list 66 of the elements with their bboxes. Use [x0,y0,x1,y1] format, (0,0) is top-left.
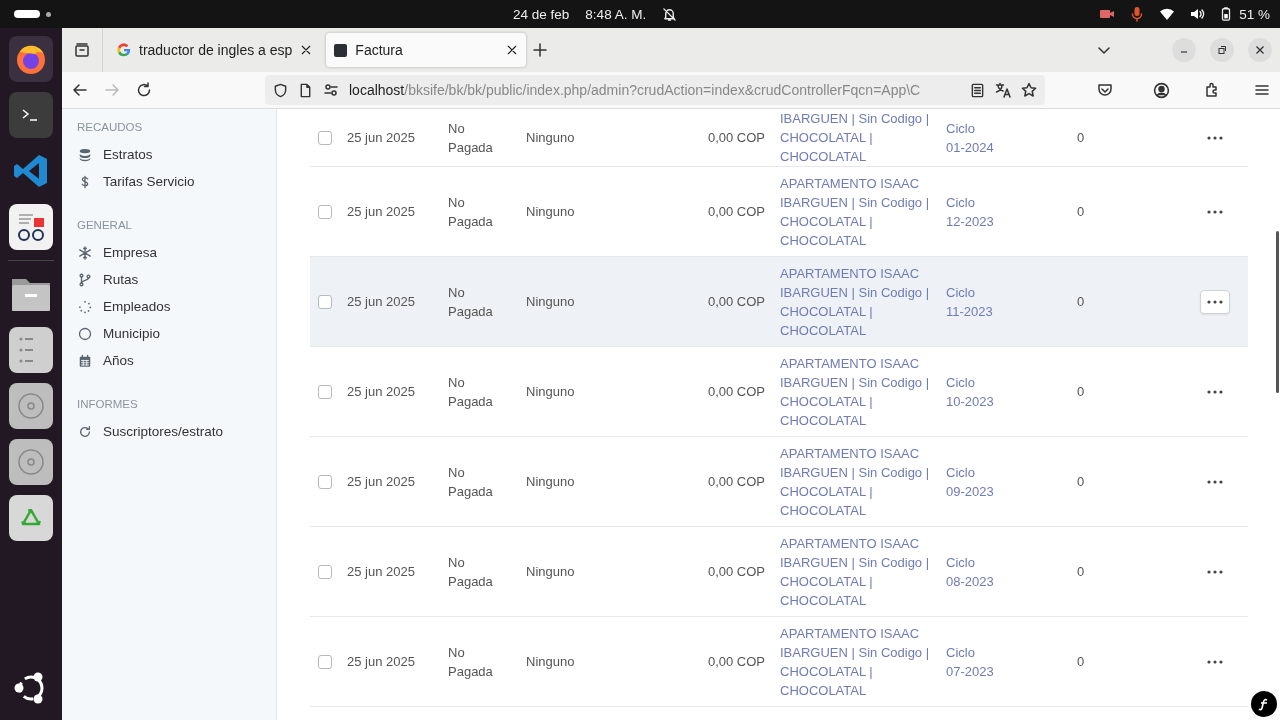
section-heading: INFORMES [77,398,139,410]
count-cell-text: 0 [1077,474,1086,489]
status-cell-text: No Pagada [448,553,494,591]
sidebar-item[interactable]: Estratos [77,141,276,168]
sidebar-item[interactable]: Rutas [77,266,276,293]
amount-cell-text: 0,00 COP [706,384,766,399]
date-cell-text: 25 jun 2025 [347,384,416,399]
sidebar-item[interactable]: Empleados [77,293,276,320]
period-link[interactable]: Ciclo 01-2024 [946,118,994,157]
status-cell-text: No Pagada [448,119,494,157]
count-cell-text: 0 [1077,384,1086,399]
property-link[interactable]: APARTAMENTO ISAAC IBARGUEN | Sin Codigo | CHOCOLATAL | CHOCOLATAL [768,353,932,430]
sidebar-item[interactable]: Suscriptores/estrato [77,418,276,445]
status-cell-text: No Pagada [448,193,494,231]
property-link[interactable]: APARTAMENTO ISAAC IBARGUEN | Sin Codigo | CHOCOLATAL | CHOCOLATAL [768,533,932,610]
count-cell-text: 0 [1077,564,1086,579]
date-cell-text: 25 jun 2025 [347,654,416,669]
section-heading: GENERAL [77,219,133,231]
table-cell-text: Ninguno [526,294,576,309]
sidebar-item[interactable]: Años [77,347,276,374]
section-heading: RECAUDOS [77,121,144,133]
period-link[interactable]: Ciclo 07-2023 [946,642,994,681]
count-cell-text: 0 [1077,294,1086,309]
sidebar-item[interactable]: Empresa [77,239,276,266]
browser-tab[interactable]: traductor de ingles a esp [109,33,321,67]
clock: 8:48 A. M. [585,6,647,22]
amount-cell-text: 0,00 COP [706,294,766,309]
count-cell-text: 0 [1077,130,1086,145]
property-link[interactable]: APARTAMENTO ISAAC IBARGUEN | Sin Codigo | CHOCOLATAL | CHOCOLATAL [768,623,932,700]
period-link[interactable]: Ciclo 10-2023 [946,372,994,411]
sidebar-item[interactable]: Municipio [77,320,276,347]
date: 24 de feb [513,6,570,22]
property-link[interactable]: APARTAMENTO ISAAC IBARGUEN | Sin Codigo | CHOCOLATAL | CHOCOLATAL [768,173,932,250]
battery-percent: 51 % [1239,6,1270,22]
property-link[interactable]: APARTAMENTO ISAAC IBARGUEN | Sin Codigo | CHOCOLATAL | CHOCOLATAL [768,443,932,520]
table-cell-text: Ninguno [526,204,576,219]
period-link[interactable]: Ciclo 08-2023 [946,552,994,591]
table-cell-text: Ninguno [526,564,576,579]
status-cell-text: No Pagada [448,463,494,501]
date-cell-text: 25 jun 2025 [347,204,416,219]
property-link[interactable]: APARTAMENTO ISAAC IBARGUEN | Sin Codigo | CHOCOLATAL | CHOCOLATAL [768,263,932,340]
amount-cell-text: 0,00 COP [706,130,766,145]
period-link[interactable]: Ciclo 12-2023 [946,192,994,231]
sidebar-item[interactable]: Tarifas Servicio [77,168,276,195]
property-link[interactable]: IBARGUEN | Sin Codigo | CHOCOLATAL | CHOCOLATAL [768,109,932,166]
period-link[interactable]: Ciclo 11-2023 [946,282,993,321]
date-cell-text: 25 jun 2025 [347,130,416,145]
status-cell-text: No Pagada [448,373,494,411]
count-cell-text: 0 [1077,654,1086,669]
period-link[interactable]: Ciclo 09-2023 [946,462,994,501]
date-cell-text: 25 jun 2025 [347,474,416,489]
address-bar[interactable]: localhost/bksife/bk/bk/public/index.php/admin?crudAction=index&crudControllerFqcn=App\C [265,75,1045,105]
status-cell-text: No Pagada [448,283,494,321]
table-cell-text: Ninguno [526,130,576,145]
status-cell-text: No Pagada [448,643,494,681]
amount-cell-text: 0,00 COP [706,564,766,579]
table-cell-text: Ninguno [526,474,576,489]
table-cell-text: Ninguno [526,654,576,669]
amount-cell-text: 0,00 COP [706,474,766,489]
amount-cell-text: 0,00 COP [706,654,766,669]
table-cell-text: Ninguno [526,384,576,399]
browser-tab[interactable]: Factura [326,33,527,67]
date-cell-text: 25 jun 2025 [347,564,416,579]
count-cell-text: 0 [1077,204,1086,219]
amount-cell-text: 0,00 COP [706,204,766,219]
date-cell-text: 25 jun 2025 [347,294,416,309]
